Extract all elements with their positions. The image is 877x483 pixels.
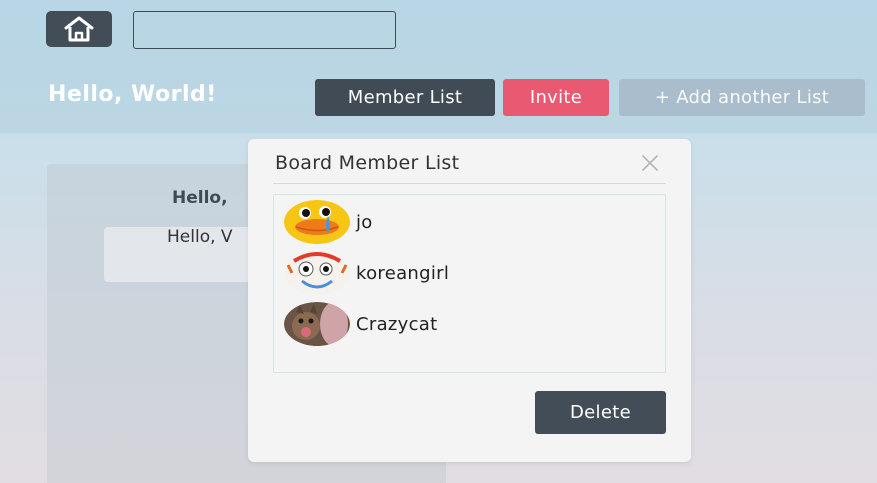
list-title[interactable]: Hello, bbox=[172, 188, 228, 208]
duck-avatar bbox=[284, 200, 350, 244]
member-name: Crazycat bbox=[356, 313, 438, 335]
add-list-button[interactable]: + Add another List bbox=[619, 79, 865, 116]
member-list-button[interactable]: Member List bbox=[315, 79, 495, 116]
member-item-jo[interactable]: jo bbox=[284, 200, 373, 244]
home-button[interactable] bbox=[46, 11, 112, 47]
member-name: jo bbox=[356, 211, 373, 233]
search-input[interactable] bbox=[133, 11, 396, 49]
member-item-koreangirl[interactable]: koreangirl bbox=[284, 251, 449, 295]
board-title: Hello, World! bbox=[48, 82, 217, 107]
close-button[interactable] bbox=[638, 151, 662, 175]
member-list-modal: Board Member List jo koreangirl Crazycat… bbox=[248, 139, 691, 462]
member-list: jo koreangirl Crazycat bbox=[273, 194, 666, 373]
cat-avatar bbox=[284, 302, 350, 346]
home-icon bbox=[64, 16, 94, 42]
modal-divider bbox=[273, 183, 666, 184]
member-name: koreangirl bbox=[356, 262, 450, 284]
modal-title: Board Member List bbox=[275, 152, 460, 174]
delete-button[interactable]: Delete bbox=[535, 391, 666, 434]
invite-button[interactable]: Invite bbox=[503, 79, 609, 116]
close-icon bbox=[642, 155, 658, 171]
forky-avatar bbox=[284, 251, 350, 295]
card-text: Hello, V bbox=[167, 227, 233, 247]
member-item-crazycat[interactable]: Crazycat bbox=[284, 302, 437, 346]
